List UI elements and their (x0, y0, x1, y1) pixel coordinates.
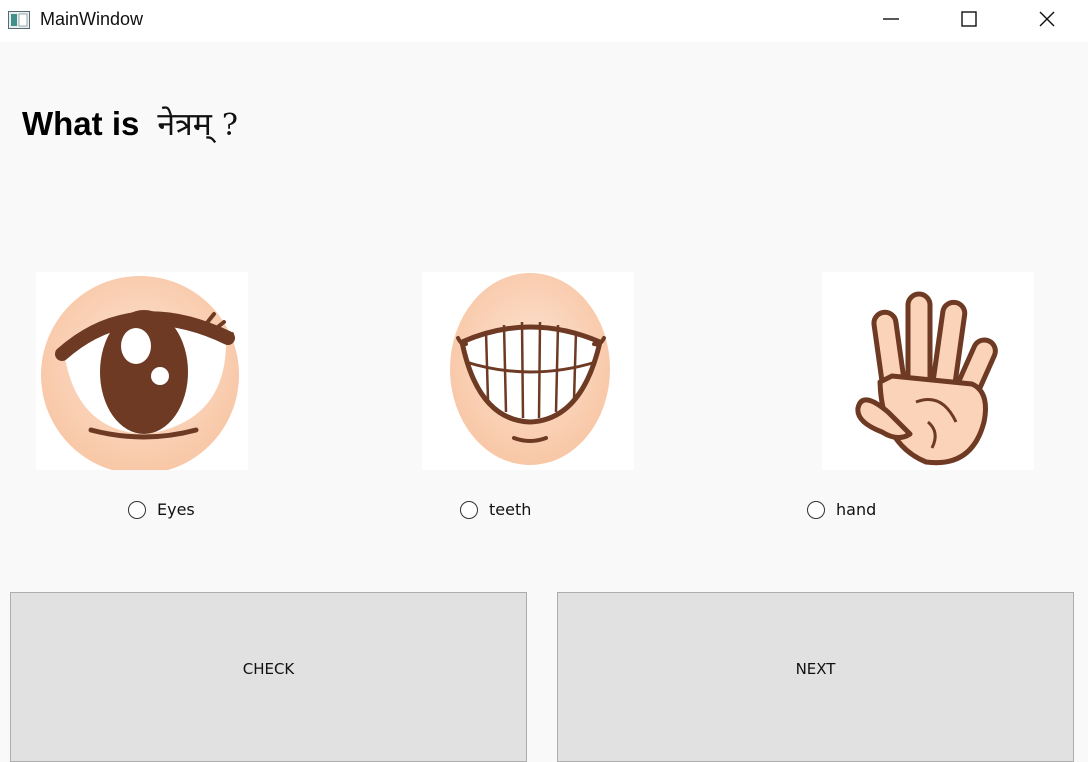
minimize-button[interactable] (856, 0, 926, 42)
app-icon (8, 11, 30, 29)
option-hand[interactable]: hand (807, 500, 876, 519)
teeth-icon (422, 272, 634, 470)
hand-image (822, 272, 1034, 470)
teeth-image (422, 272, 634, 470)
title-bar: MainWindow (0, 0, 1088, 42)
eye-image (36, 272, 248, 470)
next-button-label: NEXT (795, 660, 836, 678)
option-label-eyes: Eyes (157, 500, 195, 519)
next-button[interactable]: NEXT (557, 592, 1074, 762)
question-heading: What is नेत्रम् ? (22, 102, 238, 145)
option-label-teeth: teeth (489, 500, 532, 519)
question-word: नेत्रम् (157, 105, 212, 143)
radio-hand[interactable] (807, 500, 825, 519)
option-label-hand: hand (836, 500, 877, 519)
check-button[interactable]: CHECK (10, 592, 527, 762)
radio-eyes[interactable] (128, 500, 146, 519)
window-title: MainWindow (40, 9, 144, 29)
question-mark: ? (221, 108, 238, 143)
minimize-icon (881, 9, 901, 33)
maximize-button[interactable] (934, 0, 1004, 42)
option-teeth[interactable]: teeth (460, 500, 531, 519)
option-eyes[interactable]: Eyes (128, 500, 195, 519)
close-button[interactable] (1012, 0, 1082, 42)
hand-icon (822, 272, 1034, 470)
check-button-label: CHECK (242, 660, 295, 678)
maximize-icon (959, 9, 979, 33)
radio-teeth[interactable] (460, 500, 478, 519)
eye-icon (36, 272, 248, 470)
question-prefix: What is (22, 105, 140, 142)
close-icon (1037, 9, 1057, 33)
